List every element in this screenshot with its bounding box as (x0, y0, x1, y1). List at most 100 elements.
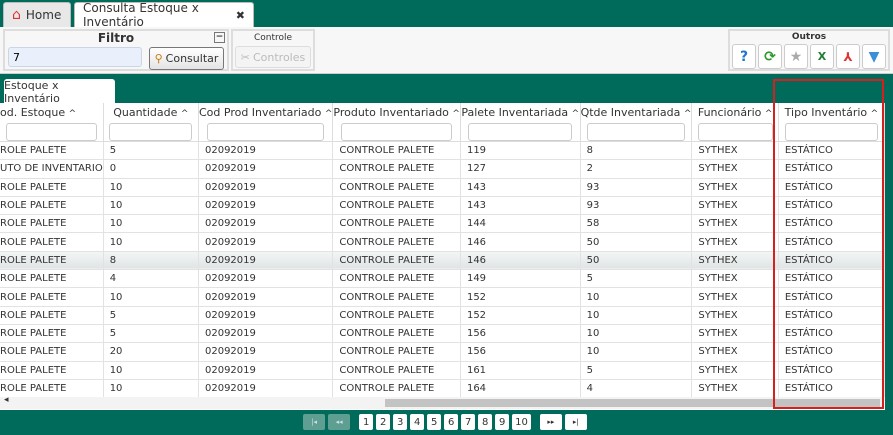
column-header[interactable]: Cod Prod Inventariado ^ (198, 103, 334, 142)
table-row[interactable]: ROLE PALETE 10 02092019 CONTROLE PALETE 164 4… (0, 379, 885, 399)
column-filter-input[interactable] (697, 123, 773, 141)
table-row[interactable]: ROLE PALETE 10 02092019 CONTROLE PALETE 146 5… (0, 232, 885, 252)
table-row[interactable]: UTO DE INVENTARIO 0 02092019 CONTROLE PALET… (0, 159, 885, 179)
sort-icon[interactable]: ^ (871, 109, 879, 119)
scrollbar-thumb[interactable] (385, 399, 880, 407)
table-cell: 02092019 (198, 324, 334, 344)
scroll-left-icon[interactable]: ◂ (4, 395, 9, 405)
table-row[interactable]: ROLE PALETE 10 02092019 CONTROLE PALETE 143 9… (0, 178, 885, 197)
table-cell: CONTROLE PALETE (332, 141, 461, 161)
table-cell: 144 (460, 214, 581, 234)
sort-icon[interactable]: ^ (69, 109, 77, 119)
page-button[interactable]: 9 (495, 414, 510, 430)
page-button[interactable]: 10 (512, 414, 531, 430)
next-page-button[interactable]: ▸▸ (539, 414, 562, 430)
column-label: Cod Prod Inventariado (198, 106, 322, 119)
excel-icon[interactable]: X (810, 44, 834, 69)
column-header[interactable]: Tipo Inventário ^ (778, 103, 885, 142)
column-filter-input[interactable] (6, 123, 97, 141)
tab-consulta[interactable]: Consulta Estoque x Inventário ✖ (74, 1, 254, 29)
table-cell: ROLE PALETE (0, 214, 104, 234)
page-button[interactable]: 2 (376, 414, 391, 430)
sort-icon[interactable]: ^ (452, 109, 459, 119)
star-icon[interactable]: ★ (784, 44, 808, 69)
column-filter-input[interactable] (587, 123, 685, 141)
table-cell: 0 (103, 159, 199, 179)
column-filter-input[interactable] (109, 123, 193, 141)
table-cell: 5 (580, 361, 693, 380)
table-cell: CONTROLE PALETE (332, 196, 461, 216)
sort-icon[interactable]: ^ (572, 109, 579, 119)
table-cell: SYTHEX (691, 324, 779, 344)
page-button[interactable]: 1 (359, 414, 374, 430)
consultar-button[interactable]: ⚲ Consultar (149, 47, 224, 70)
home-icon: ⌂ (12, 7, 21, 23)
table-cell: ESTÁTICO (778, 251, 885, 271)
column-filter-input[interactable] (341, 123, 453, 141)
horizontal-scrollbar[interactable]: ◂ (0, 395, 885, 409)
column-filter-input[interactable] (468, 123, 573, 141)
tab-consulta-label: Consulta Estoque x Inventário (83, 1, 199, 29)
sort-icon[interactable]: ^ (325, 109, 332, 119)
column-filter-input[interactable] (206, 123, 325, 141)
table-cell: 02092019 (198, 196, 334, 216)
page-button[interactable]: 5 (427, 414, 442, 430)
table-cell: ESTÁTICO (778, 269, 885, 289)
table-cell: 10 (103, 361, 199, 380)
table-row[interactable]: ROLE PALETE 5 02092019 CONTROLE PALETE 152 10… (0, 306, 885, 325)
refresh-icon[interactable]: ⟳ (758, 44, 782, 69)
table-row[interactable]: ROLE PALETE 10 02092019 CONTROLE PALETE 143 9… (0, 196, 885, 216)
first-page-button[interactable]: |◂ (303, 414, 326, 430)
table-row[interactable]: ROLE PALETE 20 02092019 CONTROLE PALETE 156 1… (0, 342, 885, 362)
table-cell: ROLE PALETE (0, 361, 104, 380)
page-button[interactable]: 6 (444, 414, 459, 430)
last-page-button[interactable]: ▸| (564, 414, 587, 430)
pdf-icon[interactable]: ⅄ (836, 44, 860, 69)
sort-icon[interactable]: ^ (684, 109, 691, 119)
column-filter-input[interactable] (785, 123, 878, 141)
page-button[interactable]: 4 (410, 414, 425, 430)
table-cell: CONTROLE PALETE (332, 214, 461, 234)
column-header[interactable]: Funcionário ^ (691, 103, 779, 142)
sort-icon[interactable]: ^ (181, 109, 189, 119)
table-cell: 02092019 (198, 269, 334, 289)
tab-home[interactable]: ⌂ Home (3, 2, 71, 27)
minimize-button[interactable]: − (214, 32, 225, 43)
page-button[interactable]: 7 (461, 414, 476, 430)
table-cell: 8 (580, 141, 693, 161)
close-icon[interactable]: ✖ (236, 9, 245, 22)
column-label: Produto Inventariado (333, 106, 449, 119)
table-row[interactable]: ROLE PALETE 10 02092019 CONTROLE PALETE 144 5… (0, 214, 885, 234)
tab-estoque-inventario[interactable]: Estoque x Inventário (4, 79, 115, 105)
table-row[interactable]: ROLE PALETE 5 02092019 CONTROLE PALETE 119 8 S… (0, 141, 885, 161)
page-button[interactable]: 3 (393, 414, 408, 430)
table-cell: 10 (580, 306, 693, 325)
prev-page-button[interactable]: ◂◂ (328, 414, 351, 430)
column-header[interactable]: Qtde Inventariada ^ (580, 103, 693, 142)
table-cell: 152 (460, 287, 581, 307)
table-cell: ROLE PALETE (0, 324, 104, 344)
table-row[interactable]: ROLE PALETE 8 02092019 CONTROLE PALETE 146 50… (0, 251, 885, 271)
tools-icon: ✂ (240, 50, 250, 64)
table-cell: 02092019 (198, 342, 334, 362)
sort-icon[interactable]: ^ (765, 109, 773, 119)
table-row[interactable]: ROLE PALETE 10 02092019 CONTROLE PALETE 152 1… (0, 287, 885, 307)
table-row[interactable]: ROLE PALETE 5 02092019 CONTROLE PALETE 156 10… (0, 324, 885, 344)
column-header[interactable]: Palete Inventariada ^ (460, 103, 581, 142)
column-header[interactable]: Quantidade ^ (103, 103, 199, 142)
help-icon[interactable]: ? (732, 44, 756, 69)
filter-input[interactable] (8, 47, 142, 67)
table-cell: SYTHEX (691, 342, 779, 362)
table-cell: 93 (580, 178, 693, 197)
column-header[interactable]: Produto Inventariado ^ (332, 103, 461, 142)
filter-icon[interactable]: ▼ (862, 44, 886, 69)
table-row[interactable]: ROLE PALETE 4 02092019 CONTROLE PALETE 149 5 S… (0, 269, 885, 289)
table-cell: CONTROLE PALETE (332, 269, 461, 289)
controles-button[interactable]: ✂ Controles (235, 46, 311, 68)
column-header[interactable]: od. Estoque ^ (0, 103, 104, 142)
table-cell: SYTHEX (691, 361, 779, 380)
page-button[interactable]: 8 (478, 414, 493, 430)
table-cell: 93 (580, 196, 693, 216)
table-row[interactable]: ROLE PALETE 10 02092019 CONTROLE PALETE 161 5… (0, 361, 885, 380)
table-cell: 02092019 (198, 141, 334, 161)
